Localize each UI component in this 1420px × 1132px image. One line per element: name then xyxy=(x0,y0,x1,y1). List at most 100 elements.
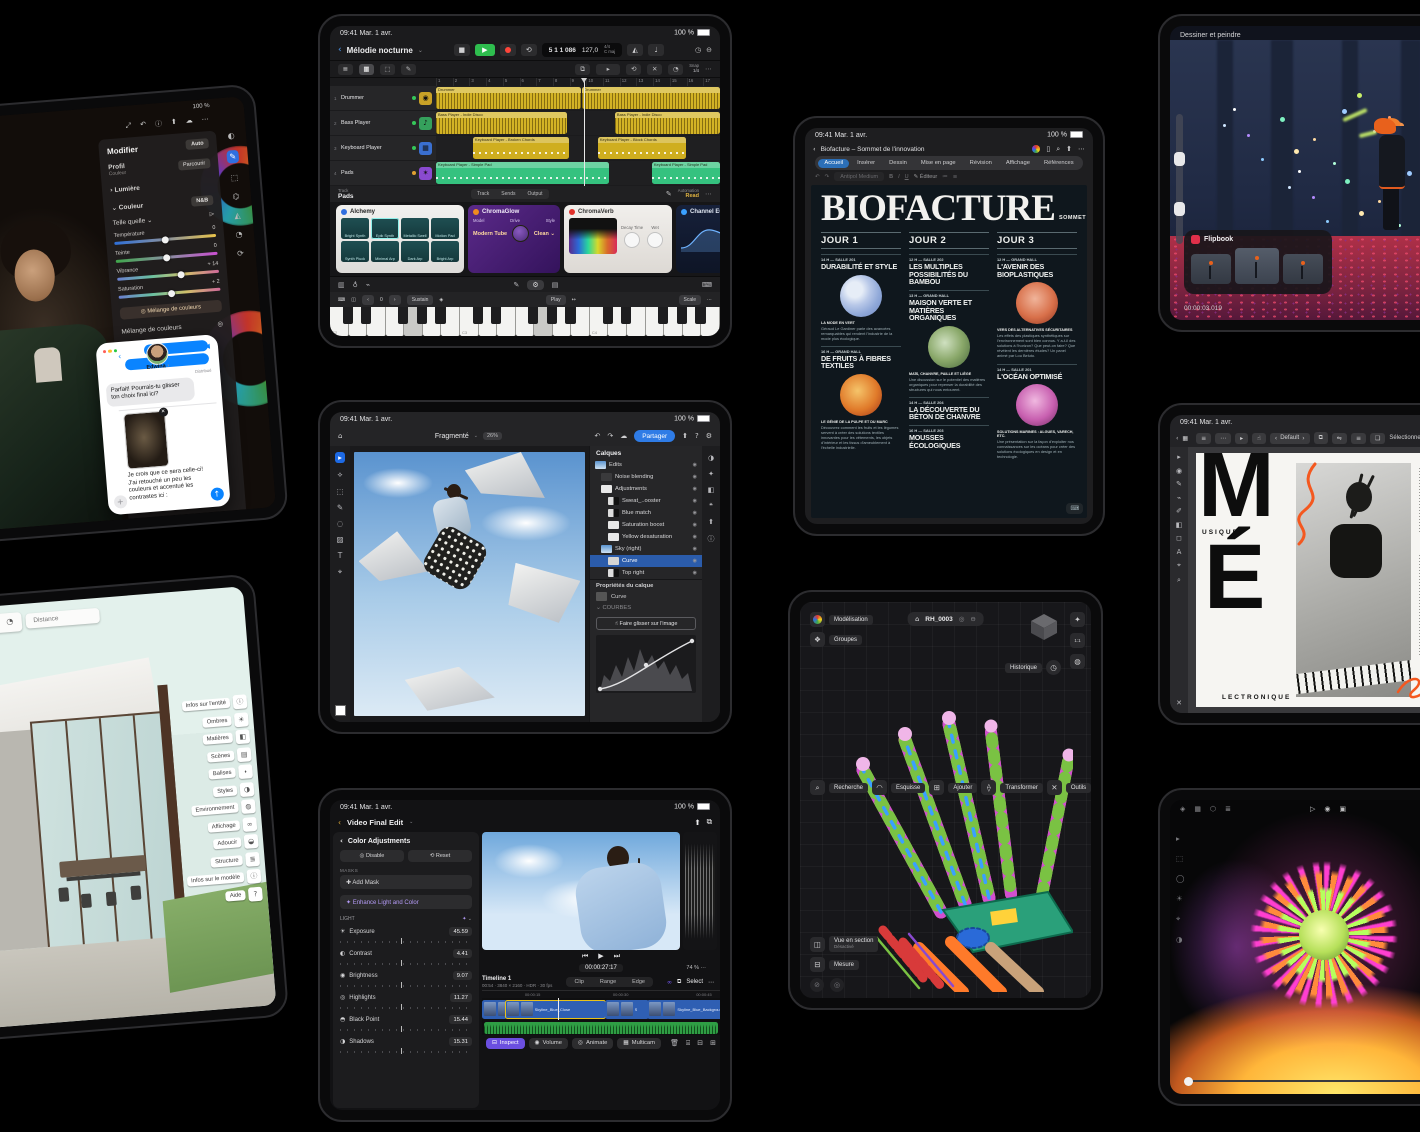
brush-size-slider[interactable] xyxy=(1176,114,1183,244)
lasso-tool-icon[interactable]: ⟡ xyxy=(338,470,343,480)
layer-visibility-icon[interactable]: ◉ xyxy=(693,546,697,552)
track-lane[interactable]: Drummer Drummer xyxy=(436,86,720,110)
profile-preset[interactable]: Telle quelle ⌄ xyxy=(112,215,152,226)
isolate-icon[interactable]: ⊘ xyxy=(810,978,824,992)
piano-black-key[interactable] xyxy=(343,307,353,324)
layer-visibility-icon[interactable]: ◉ xyxy=(693,486,697,492)
color-tool-icon[interactable]: ◉ xyxy=(1176,467,1182,475)
history-clock-icon[interactable]: ◷ xyxy=(1046,660,1061,675)
ribbon-tab[interactable]: Révision xyxy=(964,159,998,168)
layers-icon[interactable]: ❏ xyxy=(1370,433,1385,444)
traffic-lights[interactable] xyxy=(102,349,117,354)
adjust-slider[interactable]: Vibrance+ 14 xyxy=(116,261,219,281)
back-icon[interactable]: ‹ xyxy=(118,352,122,361)
viewer[interactable] xyxy=(482,832,680,950)
scale-1-1-icon[interactable]: 1:1 xyxy=(1070,633,1085,648)
loops-browser-icon[interactable]: ▥ xyxy=(338,281,345,289)
timeline-scrubber[interactable] xyxy=(1184,1080,1420,1082)
tool-row[interactable]: Aide ? xyxy=(225,886,263,903)
plugin-icon[interactable]: ⌁ xyxy=(366,281,370,289)
undo-icon[interactable]: ↶ xyxy=(140,120,147,130)
inspector-tab[interactable]: Track xyxy=(471,189,495,199)
tool-icon[interactable]: ⬪ xyxy=(238,764,253,779)
export-icon[interactable]: ⬆ xyxy=(682,432,688,440)
piano-black-key[interactable] xyxy=(677,307,687,324)
info-icon[interactable]: ⓘ xyxy=(155,119,163,130)
masking-icon[interactable]: ◭ xyxy=(234,211,241,220)
healing-icon[interactable]: ⌬ xyxy=(232,192,240,202)
tool-icon[interactable]: ⓘ xyxy=(246,869,261,884)
lens-icon[interactable]: ◔ xyxy=(235,230,243,240)
piano-black-key[interactable] xyxy=(658,307,668,324)
zoom-level[interactable]: 26% xyxy=(483,432,502,440)
tool-icon[interactable]: ◑ xyxy=(239,782,254,797)
layer-row[interactable]: Top right ◉ xyxy=(590,567,702,579)
count-in-icon[interactable]: ♩ xyxy=(648,44,664,56)
decay-knob[interactable]: Decay Time xyxy=(621,225,643,248)
color-slider[interactable]: ◓ Black Point 15.44 xyxy=(340,1015,472,1032)
track-row[interactable]: 1 Drummer ◉ xyxy=(330,86,720,110)
model-value[interactable]: Modern Tube xyxy=(473,231,507,237)
ribbon-tab[interactable]: Références xyxy=(1038,159,1080,168)
render-flower[interactable] xyxy=(1229,840,1419,1030)
piano-black-key[interactable] xyxy=(695,307,705,324)
layer-visibility-icon[interactable]: ◉ xyxy=(693,474,697,480)
play-mode-button[interactable]: Play xyxy=(546,295,566,305)
tool-row[interactable]: ✕ Outils xyxy=(1047,780,1091,795)
eraser-tool-icon[interactable]: ◌ xyxy=(337,519,344,528)
trash-icon[interactable]: 🗑 xyxy=(670,1039,679,1048)
layer-visibility-icon[interactable]: ◉ xyxy=(693,558,697,564)
disable-button[interactable]: ◎ Disable xyxy=(340,850,404,862)
track-lane[interactable]: Bass Player - Indie Disco Bass Player - … xyxy=(436,111,720,135)
more-icon[interactable]: ⋯ xyxy=(1215,433,1231,444)
regions-view-icon[interactable]: ▦ xyxy=(359,64,374,75)
distance-input[interactable]: Distance xyxy=(25,608,100,629)
color-section[interactable]: ⌄ Couleur xyxy=(111,202,143,213)
fullscreen-icon[interactable]: ⤢ xyxy=(125,121,131,131)
comment-icon[interactable]: ❝ xyxy=(709,502,713,510)
mask-icon[interactable]: ◧ xyxy=(708,486,715,494)
scrubber-handle[interactable] xyxy=(1184,1077,1193,1086)
piano-black-key[interactable] xyxy=(473,307,483,324)
tool-row[interactable]: ⌕ Recherche xyxy=(810,780,868,795)
type-tool-icon[interactable]: T xyxy=(338,551,343,560)
plugin-channel-eq[interactable]: Channel EQ xyxy=(676,205,720,273)
add-mask-button[interactable]: ✚ Add Mask xyxy=(340,875,472,889)
region[interactable]: Keyboard Player - Simple Pad xyxy=(652,162,720,184)
copy-icon[interactable]: ⧉ xyxy=(575,64,590,75)
tool-row[interactable]: Adoucir ◒ xyxy=(213,834,259,852)
home-icon[interactable]: ⌂ xyxy=(915,615,919,623)
cloud-icon[interactable]: ☁ xyxy=(185,116,193,127)
slider-value[interactable]: 4.41 xyxy=(453,949,472,958)
automation-pencil-icon[interactable]: ✎ xyxy=(666,190,672,198)
layer-row[interactable]: Adjustments ◉ xyxy=(590,483,702,495)
crop-tool-icon[interactable]: ⌖ xyxy=(338,567,342,577)
curve-editor[interactable] xyxy=(596,635,696,693)
split-icon[interactable]: ◫ xyxy=(351,297,356,303)
zoom-out-icon[interactable]: ⊖ xyxy=(970,615,975,623)
stamp-tool-icon[interactable]: ▨ xyxy=(336,535,343,544)
snap-value[interactable]: 1/4 xyxy=(693,68,699,73)
editor-view-icon[interactable]: ⬚ xyxy=(380,64,395,75)
frame-thumbnail[interactable] xyxy=(1283,254,1323,284)
fade-icon[interactable]: ◔ xyxy=(668,64,683,75)
drive-knob[interactable] xyxy=(512,225,529,242)
document-dock[interactable]: ⌂ RH_0003 ◎ ⊖ xyxy=(907,612,984,626)
playhead[interactable] xyxy=(584,78,585,186)
keyboard-toggle-icon[interactable]: ⌨ xyxy=(702,281,712,289)
grid-icon[interactable]: ▦ xyxy=(1194,805,1201,813)
cut-icon[interactable]: ✕ xyxy=(647,64,662,75)
tool-row[interactable]: Ombres ☀ xyxy=(202,712,249,730)
plugin-alchemy[interactable]: Alchemy Bright SynthEpik SynthMetallic S… xyxy=(336,205,464,273)
scale-button[interactable]: Scale xyxy=(679,295,702,305)
redo-icon[interactable]: ↷ xyxy=(607,432,613,440)
notifications-icon[interactable]: ◔ xyxy=(6,617,14,629)
measure-button[interactable]: Mesure xyxy=(829,960,859,970)
stop-button[interactable]: ■ xyxy=(454,44,470,56)
next-frame-icon[interactable]: ⏭ xyxy=(614,952,620,961)
overwrite-icon[interactable]: ⊞ xyxy=(710,1039,716,1048)
color-slider[interactable]: ◑ Shadows 15.31 xyxy=(340,1037,472,1054)
color-slider[interactable]: ◎ Highlights 11.27 xyxy=(340,993,472,1010)
tool-icon[interactable]: ☀ xyxy=(234,712,249,727)
tool-icon[interactable]: ≣ xyxy=(245,851,260,866)
